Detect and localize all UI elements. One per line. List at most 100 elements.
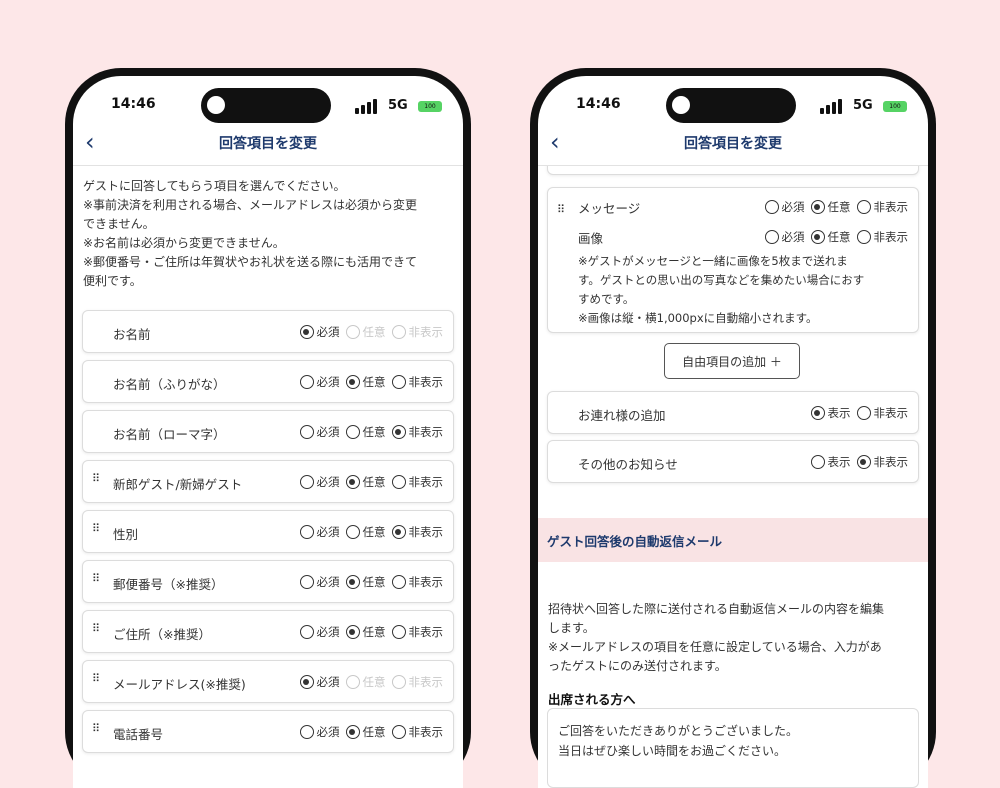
radio-icon bbox=[299, 625, 314, 639]
field-row: ⠿ 性別 必須 任意 非表示 bbox=[82, 510, 454, 553]
option-optional[interactable]: 任意 bbox=[345, 374, 386, 390]
option-required[interactable]: 必須 bbox=[764, 229, 805, 245]
option-optional[interactable]: 任意 bbox=[810, 199, 851, 215]
message-label: メッセージ bbox=[578, 201, 641, 216]
left-phone-screen: 14:46 5G 100 ‹ 回答項目を変更 ゲストに回答してもらう項目を選んで… bbox=[73, 76, 463, 788]
image-note: ※ゲストがメッセージと一緒に画像を5枚まで送れま す。ゲストとの思い出の写真など… bbox=[548, 252, 918, 328]
radio-icon bbox=[856, 230, 871, 244]
image-label: 画像 bbox=[578, 231, 604, 246]
drag-handle-icon[interactable]: ⠿ bbox=[92, 723, 102, 734]
option-optional[interactable]: 任意 bbox=[345, 724, 386, 740]
option-optional[interactable]: 任意 bbox=[810, 229, 851, 245]
option-hidden[interactable]: 非表示 bbox=[391, 374, 443, 390]
field-label: 新郎ゲスト/新婦ゲスト bbox=[113, 477, 243, 492]
option-required[interactable]: 必須 bbox=[299, 324, 340, 340]
option-show[interactable]: 表示 bbox=[810, 454, 851, 470]
radio-icon bbox=[856, 406, 871, 420]
field-label: 郵便番号（※推奨） bbox=[113, 577, 224, 592]
option-hidden[interactable]: 非表示 bbox=[391, 474, 443, 490]
option-label: 非表示 bbox=[408, 425, 444, 439]
option-required[interactable]: 必須 bbox=[299, 424, 340, 440]
drag-handle-icon[interactable]: ⠿ bbox=[92, 673, 102, 684]
attend-message-textarea[interactable]: ご回答をいただきありがとうございました。 当日はぜひ楽しい時間をお過ごください。 bbox=[547, 708, 919, 788]
option-hidden[interactable]: 非表示 bbox=[856, 454, 908, 470]
option-required[interactable]: 必須 bbox=[299, 674, 340, 690]
option-hidden[interactable]: 非表示 bbox=[391, 624, 444, 640]
option-hidden: 非表示 bbox=[391, 674, 444, 690]
option-optional[interactable]: 任意 bbox=[345, 424, 386, 440]
option-optional[interactable]: 任意 bbox=[345, 624, 386, 640]
option-show[interactable]: 表示 bbox=[810, 405, 851, 421]
option-optional: 任意 bbox=[345, 674, 386, 690]
radio-selected-icon bbox=[391, 425, 406, 439]
intro-line: 便利です。 bbox=[83, 274, 142, 288]
option-hidden[interactable]: 非表示 bbox=[856, 199, 908, 215]
option-required[interactable]: 必須 bbox=[764, 199, 805, 215]
option-hidden[interactable]: 非表示 bbox=[391, 524, 444, 540]
option-required[interactable]: 必須 bbox=[299, 724, 340, 740]
option-label: 非表示 bbox=[408, 525, 444, 539]
radio-icon bbox=[299, 475, 314, 489]
option-optional: 任意 bbox=[345, 324, 386, 340]
option-hidden[interactable]: 非表示 bbox=[856, 229, 908, 245]
radio-selected-icon bbox=[810, 200, 825, 214]
option-label: 非表示 bbox=[408, 675, 444, 689]
option-label: 非表示 bbox=[408, 325, 444, 339]
option-required[interactable]: 必須 bbox=[299, 374, 340, 390]
field-row: ⠿ 郵便番号（※推奨） 必須 任意 非表示 bbox=[82, 560, 454, 603]
drag-handle-icon[interactable]: ⠿ bbox=[92, 523, 102, 534]
drag-handle-icon[interactable]: ⠿ bbox=[557, 204, 567, 215]
auto-reply-description: 招待状へ回答した際に送付される自動返信メールの内容を編集 します。 ※メールアド… bbox=[548, 600, 918, 676]
companion-row: お連れ様の追加 表示 非表示 bbox=[547, 391, 919, 434]
field-row: お名前 必須 任意 非表示 bbox=[82, 310, 454, 353]
radio-icon bbox=[391, 725, 406, 739]
field-row: ⠿ 新郎ゲスト/新婦ゲスト 必須 任意 非表示 bbox=[82, 460, 454, 503]
field-options: 必須 任意 非表示 bbox=[299, 674, 444, 690]
page-title: 回答項目を変更 bbox=[219, 136, 317, 152]
field-options: 必須 任意 非表示 bbox=[299, 574, 444, 590]
option-label: 非表示 bbox=[408, 625, 444, 639]
signal-icon bbox=[355, 98, 381, 114]
option-optional[interactable]: 任意 bbox=[345, 524, 386, 540]
option-hidden[interactable]: 非表示 bbox=[391, 424, 444, 440]
radio-icon bbox=[391, 375, 406, 389]
signal-icon bbox=[820, 98, 846, 114]
option-label: 任意 bbox=[362, 675, 386, 689]
option-optional[interactable]: 任意 bbox=[345, 574, 386, 590]
option-required[interactable]: 必須 bbox=[299, 574, 340, 590]
field-row: ⠿ ご住所（※推奨） 必須 任意 非表示 bbox=[82, 610, 454, 653]
option-hidden[interactable]: 非表示 bbox=[856, 405, 908, 421]
drag-handle-icon[interactable]: ⠿ bbox=[92, 623, 102, 634]
message-row: ⠿ メッセージ 必須 任意 非表示 bbox=[548, 192, 918, 222]
radio-selected-icon bbox=[810, 230, 825, 244]
option-hidden[interactable]: 非表示 bbox=[391, 724, 444, 740]
option-optional[interactable]: 任意 bbox=[345, 474, 386, 490]
intro-line: ※事前決済を利用される場合、メールアドレスは必須から変更 bbox=[83, 198, 418, 212]
field-options: 必須 任意 非表示 bbox=[299, 724, 444, 740]
option-required[interactable]: 必須 bbox=[299, 474, 340, 490]
option-label: 任意 bbox=[362, 475, 386, 489]
radio-selected-icon bbox=[391, 525, 406, 539]
drag-handle-icon[interactable]: ⠿ bbox=[92, 473, 102, 484]
other-notice-options: 表示 非表示 bbox=[810, 454, 908, 470]
option-label: 非表示 bbox=[408, 575, 444, 589]
radio-icon bbox=[299, 725, 314, 739]
option-required[interactable]: 必須 bbox=[299, 624, 340, 640]
radio-selected-icon bbox=[345, 475, 360, 489]
option-hidden[interactable]: 非表示 bbox=[391, 574, 444, 590]
add-custom-field-button[interactable]: 自由項目の追加 ＋ bbox=[664, 343, 800, 379]
option-label: 任意 bbox=[362, 425, 386, 439]
radio-selected-icon bbox=[299, 325, 314, 339]
intro-line: できません。 bbox=[83, 217, 155, 231]
drag-handle-icon[interactable]: ⠿ bbox=[92, 573, 102, 584]
other-notice-row: その他のお知らせ 表示 非表示 bbox=[547, 440, 919, 483]
radio-icon bbox=[391, 625, 406, 639]
option-required[interactable]: 必須 bbox=[299, 524, 340, 540]
nav-bar: ‹ 回答項目を変更 bbox=[538, 124, 928, 166]
field-label: お名前 bbox=[113, 327, 151, 342]
field-options: 必須 任意 非表示 bbox=[299, 424, 444, 440]
radio-icon bbox=[391, 575, 406, 589]
radio-icon bbox=[299, 375, 314, 389]
option-label: 非表示 bbox=[408, 725, 444, 739]
field-label: ご住所（※推奨） bbox=[113, 627, 211, 642]
